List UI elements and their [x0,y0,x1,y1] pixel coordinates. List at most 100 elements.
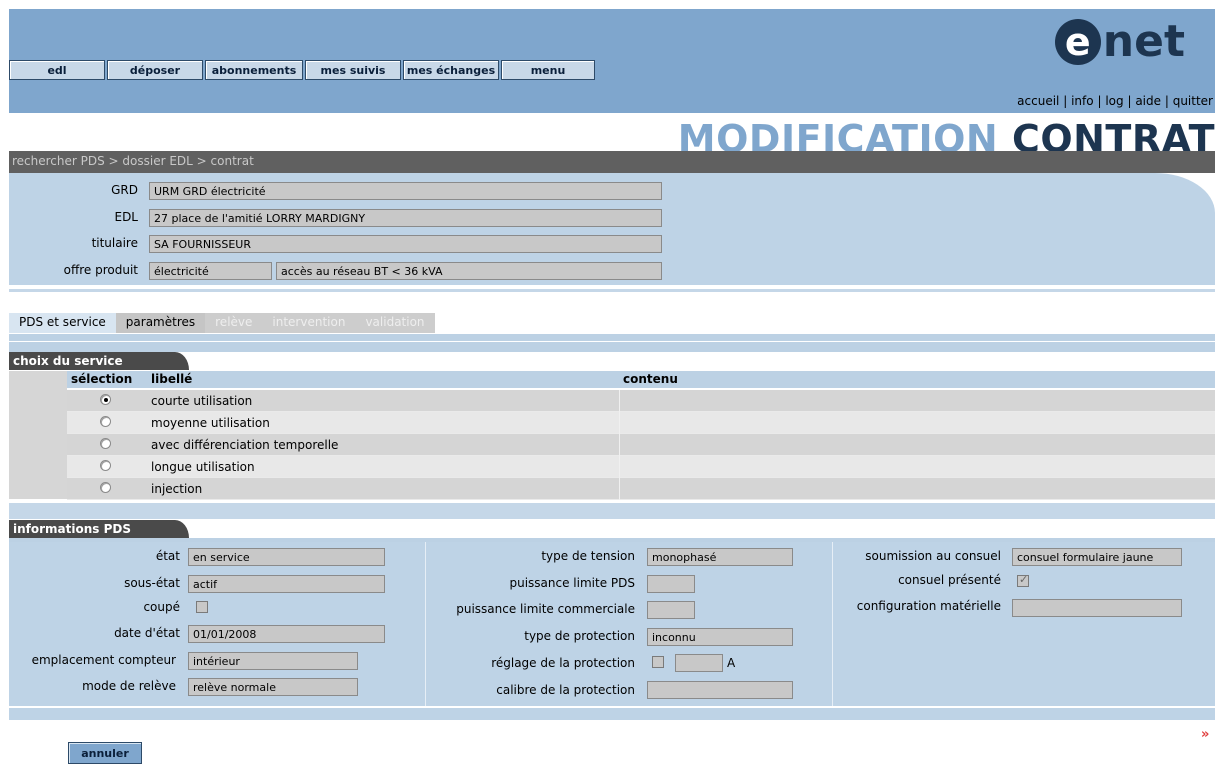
nav-mes-suivis-button[interactable]: mes suivis [305,60,401,80]
context-panel: GRD URM GRD électricité EDL 27 place de … [9,173,1215,285]
nav-mes-echanges-button[interactable]: mes échanges [403,60,499,80]
puissance-limite-pds-label: puissance limite PDS [509,576,635,590]
type-tension-field: monophasé [647,548,793,566]
puissance-limite-pds-field [647,575,695,593]
section-bar-mid [9,503,1215,519]
coupe-label: coupé [143,600,180,614]
configuration-materielle-label: configuration matérielle [856,599,1001,613]
table-row[interactable]: avec différenciation temporelle [67,434,1215,456]
content-cell [619,456,1215,478]
calibre-protection-field [647,681,793,699]
content-cell [619,412,1215,434]
soumission-consuel-field: consuel formulaire jaune [1012,548,1182,566]
puissance-limite-commerciale-label: puissance limite commerciale [456,602,635,616]
table-row[interactable]: courte utilisation [67,390,1215,412]
tab-parametres[interactable]: paramètres [115,313,206,333]
service-label: longue utilisation [151,460,255,474]
annuler-button[interactable]: annuler [68,742,142,764]
link-quitter[interactable]: quitter [1173,94,1213,108]
reglage-protection-field [675,654,723,672]
date-etat-label: date d'état [114,626,180,640]
etat-field: en service [188,548,385,566]
grd-label: GRD [111,183,138,197]
table-row[interactable]: longue utilisation [67,456,1215,478]
service-label: courte utilisation [151,394,253,408]
sous-etat-field: actif [188,575,385,593]
edl-field: 27 place de l'amitié LORRY MARDIGNY [149,209,662,227]
info-pds-panel: état en service sous-état actif coupé da… [9,542,1215,706]
coupe-checkbox[interactable] [196,601,208,613]
service-radio[interactable] [100,460,111,471]
breadcrumb[interactable]: rechercher PDS > dossier EDL > contrat [12,154,254,168]
link-log[interactable]: log [1105,94,1123,108]
nav-deposer-button[interactable]: déposer [107,60,203,80]
info-pds-header: informations PDS [9,520,189,538]
mode-releve-label: mode de relève [82,679,176,693]
nav-abonnements-button[interactable]: abonnements [205,60,303,80]
service-radio[interactable] [100,394,111,405]
content-cell [619,390,1215,412]
etat-label: état [155,549,180,563]
table-header: sélection libellé contenu [67,371,1215,388]
reglage-unit: A [727,656,736,670]
link-accueil[interactable]: accueil [1017,94,1059,108]
nav-menu-button[interactable]: menu [501,60,595,80]
service-label: moyenne utilisation [151,416,270,430]
type-tension-label: type de tension [541,549,635,563]
bottom-strip [9,708,1215,720]
service-label: injection [151,482,203,496]
sous-etat-label: sous-état [124,576,180,590]
mode-releve-field: relève normale [188,678,358,696]
service-radio[interactable] [100,482,111,493]
link-info[interactable]: info [1071,94,1094,108]
header-bar: edl déposer abonnements mes suivis mes é… [9,9,1215,113]
col-selection: sélection [71,372,133,386]
reglage-protection-checkbox[interactable] [652,656,664,668]
nav-edl-button[interactable]: edl [9,60,105,80]
service-radio[interactable] [100,438,111,449]
tab-intervention: intervention [262,313,356,333]
separator [9,289,1215,292]
tab-pds-et-service[interactable]: PDS et service [9,313,116,333]
top-links: accueil | info | log | aide | quitter [1017,94,1213,108]
link-separator: | [1127,94,1132,108]
service-label: avec différenciation temporelle [151,438,339,452]
reglage-protection-label: réglage de la protection [491,656,635,670]
configuration-materielle-field [1012,599,1182,617]
emplacement-compteur-label: emplacement compteur [31,653,176,667]
choix-service-header: choix du service [9,352,189,370]
tabs: PDS et service paramètres relève interve… [9,313,435,333]
table-left-gutter [9,371,67,499]
type-protection-field: inconnu [647,628,793,646]
col-contenu: contenu [623,372,678,386]
main-nav: edl déposer abonnements mes suivis mes é… [9,60,597,80]
content-cell [619,434,1215,456]
calibre-protection-label: calibre de la protection [496,683,635,697]
grd-field: URM GRD électricité [149,182,662,200]
service-table: sélection libellé contenu courte utilisa… [9,371,1215,500]
edl-label: EDL [114,210,138,224]
offre-produit-field: électricité [149,262,272,280]
enet-logo: e net [1054,19,1185,65]
tab-validation: validation [355,313,435,333]
titulaire-label: titulaire [91,236,138,250]
link-separator: | [1097,94,1102,108]
section-bar-top [9,334,1215,341]
service-radio[interactable] [100,416,111,427]
consuel-presente-label: consuel présenté [898,573,1001,587]
offre-produit-label: offre produit [63,263,138,277]
col-libelle: libellé [151,372,193,386]
table-row[interactable]: injection [67,478,1215,500]
column-divider [425,542,426,706]
soumission-consuel-label: soumission au consuel [865,549,1001,563]
offre-acces-field: accès au réseau BT < 36 kVA [276,262,662,280]
next-arrow-icon[interactable]: » [1201,727,1209,742]
link-separator: | [1164,94,1169,108]
breadcrumb-bar: rechercher PDS > dossier EDL > contrat [9,151,1215,173]
section-bar-spacer [9,342,1215,352]
link-aide[interactable]: aide [1135,94,1161,108]
emplacement-compteur-field: intérieur [188,652,358,670]
table-row[interactable]: moyenne utilisation [67,412,1215,434]
consuel-presente-checkbox[interactable] [1017,573,1029,587]
date-etat-field: 01/01/2008 [188,625,385,643]
